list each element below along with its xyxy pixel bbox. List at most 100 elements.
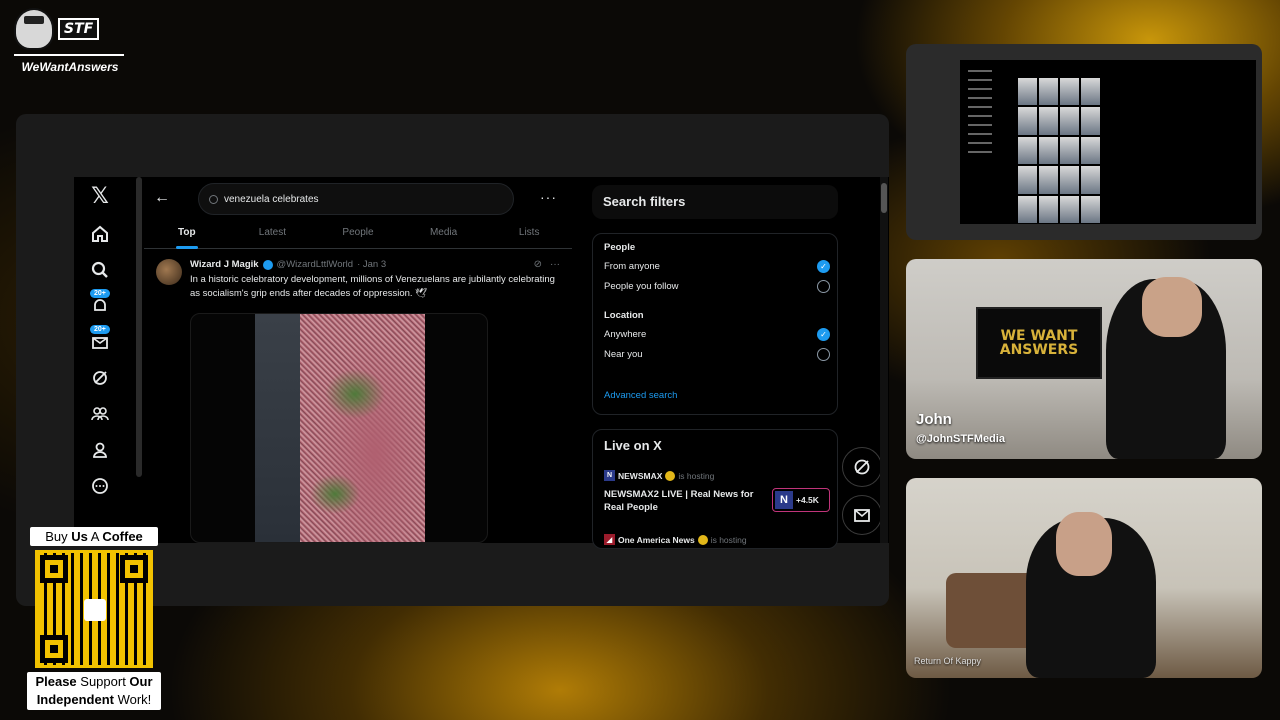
messages-badge: 20+	[90, 325, 110, 334]
channel-brand: STF WeWantAnswers	[14, 8, 126, 78]
messages-icon[interactable]: 20+	[82, 325, 118, 357]
qr-code[interactable]	[35, 550, 153, 668]
profile-icon[interactable]	[82, 435, 118, 465]
search-more-button[interactable]: ···	[540, 189, 557, 205]
filter-anywhere[interactable]: Anywhere ✓	[604, 328, 830, 341]
x-app: 𝕏 20+ 20+ ← venezuela celebrates ··· Top…	[74, 177, 889, 549]
preview-nav	[968, 70, 1008, 160]
live-on-x-panel: Live on X N NEWSMAX is hosting NEWSMAX2 …	[592, 429, 838, 549]
preview-media-grid	[1018, 78, 1100, 223]
radio-checked-icon[interactable]: ✓	[817, 328, 830, 341]
filter-from-anyone-label: From anyone	[604, 261, 660, 272]
tweet-date[interactable]: · Jan 3	[357, 259, 386, 270]
oan-logo-icon: ◢	[604, 534, 615, 545]
grok-fab-button[interactable]	[842, 447, 882, 487]
tab-media[interactable]: Media	[401, 221, 487, 248]
tab-people[interactable]: People	[315, 221, 401, 248]
search-filters-panel: People From anyone ✓ People you follow L…	[592, 233, 838, 415]
tweet-author-handle[interactable]: @WizardLttlWorld	[277, 259, 354, 270]
location-filter-label: Location	[604, 310, 644, 321]
filter-anywhere-label: Anywhere	[604, 329, 647, 340]
filter-near-you[interactable]: Near you	[604, 348, 830, 361]
tweet[interactable]: Wizard J Magik @WizardLttlWorld · Jan 3 …	[144, 253, 572, 543]
advanced-search-link[interactable]: Advanced search	[604, 390, 677, 401]
buy-coffee-panel: Buy Us A Coffee Please Support Our Indep…	[27, 527, 161, 715]
support-word: Support	[76, 674, 130, 689]
cam-name-label: John	[916, 411, 952, 428]
messages-fab-button[interactable]	[842, 495, 882, 535]
filter-from-anyone[interactable]: From anyone ✓	[604, 260, 830, 273]
live-stream-title[interactable]: NEWSMAX2 LIVE | Real News for Real Peopl…	[604, 488, 764, 514]
right-sidebar: Search filters People From anyone ✓ Peop…	[590, 177, 840, 549]
tab-lists[interactable]: Lists	[486, 221, 572, 248]
coffee-word: Buy	[45, 529, 72, 544]
search-icon[interactable]	[82, 255, 118, 285]
brand-stf-logo: STF	[58, 18, 100, 40]
tweet-more-icon[interactable]: ···	[550, 259, 560, 270]
people-filter-label: People	[604, 242, 636, 253]
scrollbar-thumb[interactable]	[881, 183, 887, 213]
person-face	[1142, 277, 1202, 337]
hosting-label: is hosting	[678, 470, 715, 481]
support-word: Work!	[113, 692, 152, 707]
brand-divider	[14, 54, 124, 56]
hosting-label: is hosting	[710, 534, 747, 545]
person-face	[1056, 512, 1112, 576]
preview-screen	[960, 60, 1256, 224]
filter-people-you-follow[interactable]: People you follow	[604, 280, 830, 293]
x-logo-icon[interactable]: 𝕏	[82, 181, 118, 211]
live-title: Live on X	[604, 438, 662, 453]
brand-logo: STF	[14, 8, 126, 50]
tweet-media[interactable]	[190, 313, 488, 543]
support-word: Independent	[36, 692, 114, 707]
more-icon[interactable]	[82, 471, 118, 501]
video-thumbnail[interactable]	[255, 314, 425, 542]
newsmax-logo-icon: N	[604, 470, 615, 481]
notifications-badge: 20+	[90, 289, 110, 298]
qr-eye	[120, 555, 148, 583]
radio-checked-icon[interactable]: ✓	[817, 260, 830, 273]
sidebar-scrollbar[interactable]	[136, 177, 142, 477]
communities-icon[interactable]	[82, 399, 118, 429]
tweet-author-name[interactable]: Wizard J Magik	[190, 259, 259, 270]
back-arrow-icon[interactable]: ←	[154, 189, 170, 207]
search-query: venezuela celebrates	[224, 193, 319, 205]
live-listeners-chip[interactable]: N +4.5K	[772, 488, 830, 512]
brand-name: WeWantAnswers	[21, 60, 119, 74]
verified-badge-icon	[262, 259, 273, 270]
newsmax-avatar-icon: N	[775, 491, 793, 509]
live-host-oan[interactable]: ◢ One America News is hosting	[604, 534, 747, 545]
tweet-avatar[interactable]	[156, 259, 182, 285]
search-input[interactable]: venezuela celebrates	[198, 183, 514, 215]
support-message: Please Support Our Independent Work!	[27, 672, 161, 710]
notifications-icon[interactable]: 20+	[82, 289, 118, 321]
radio-unchecked-icon[interactable]	[817, 348, 830, 361]
home-icon[interactable]	[82, 219, 118, 249]
coffee-word: Coffee	[102, 529, 143, 544]
radio-unchecked-icon[interactable]	[817, 280, 830, 293]
search-field-icon	[209, 194, 218, 204]
coffee-word: A	[87, 529, 103, 544]
tab-top[interactable]: Top	[144, 221, 230, 248]
qr-eye	[40, 555, 68, 583]
page-scrollbar[interactable]	[880, 177, 888, 543]
tweet-actions: ⊘ ···	[534, 259, 560, 270]
filter-people-you-follow-label: People you follow	[604, 281, 679, 292]
search-filters-title: Search filters	[592, 185, 838, 219]
tweet-header: Wizard J Magik @WizardLttlWorld · Jan 3	[190, 259, 386, 270]
grok-explain-icon[interactable]: ⊘	[534, 259, 542, 270]
grok-icon[interactable]	[82, 363, 118, 393]
screen-preview-thumbnail	[906, 44, 1262, 240]
live-host-newsmax[interactable]: N NEWSMAX is hosting	[604, 470, 714, 481]
we-want-answers-poster: WE WANT ANSWERS	[976, 307, 1102, 379]
search-tabs: Top Latest People Media Lists	[144, 221, 572, 249]
host-name: NEWSMAX	[618, 470, 663, 481]
cam-handle-label: @JohnSTFMedia	[916, 433, 1005, 445]
webcam-kappy: Return Of Kappy	[906, 478, 1262, 678]
support-word: Please	[35, 674, 77, 689]
tab-latest[interactable]: Latest	[230, 221, 316, 248]
buy-coffee-title: Buy Us A Coffee	[30, 527, 158, 546]
filter-near-you-label: Near you	[604, 349, 643, 360]
host-name: One America News	[618, 534, 695, 545]
cam-name-label: Return Of Kappy	[914, 656, 982, 666]
